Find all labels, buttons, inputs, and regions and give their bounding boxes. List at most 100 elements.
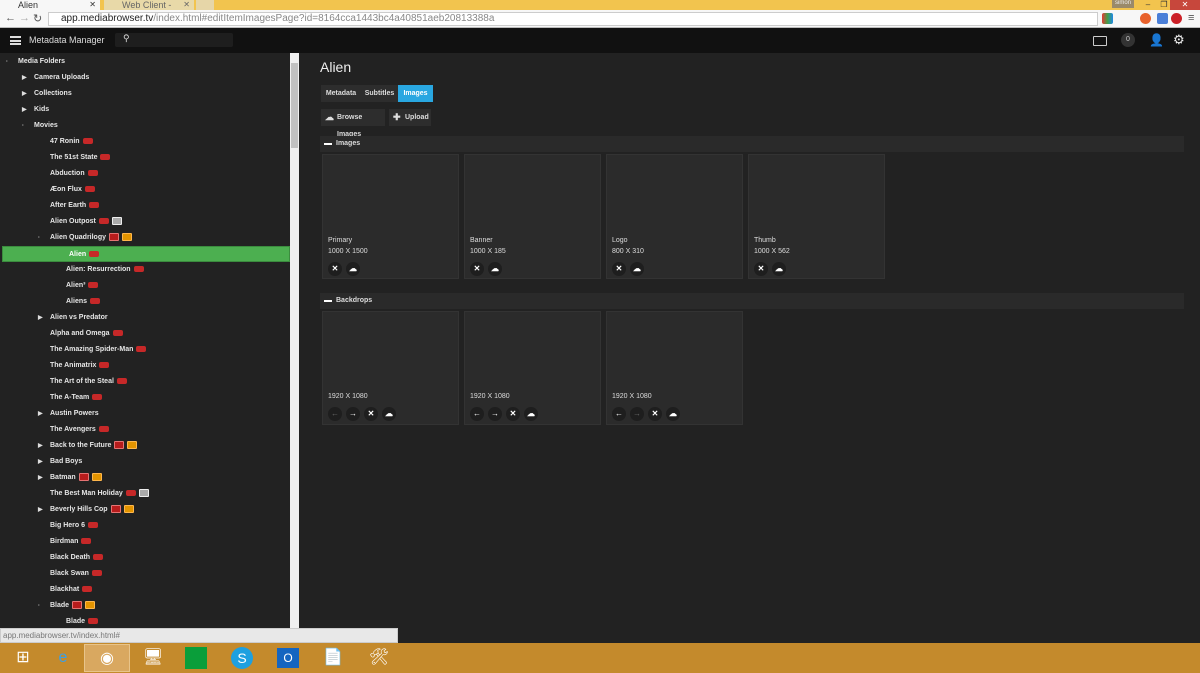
close-tab-icon[interactable]: ✕ [89,0,96,10]
tree-item[interactable]: · Blade [0,598,290,614]
move-right-icon[interactable]: → [630,407,644,421]
tree-item[interactable]: The Amazing Spider-Man [0,342,290,358]
tree-item[interactable]: · Media Folders [0,54,290,70]
cast-icon[interactable] [1093,36,1107,46]
chrome-icon[interactable]: ◉ [84,644,130,672]
tree-item[interactable]: ▶ Back to the Future [0,438,290,454]
tree-item[interactable]: ▶ Beverly Hills Cop [0,502,290,518]
hamburger-menu-icon[interactable] [10,36,21,45]
tree-item[interactable]: The Best Man Holiday [0,486,290,502]
tree-item[interactable]: The Avengers [0,422,290,438]
pinterest-icon[interactable] [1171,13,1182,24]
tree-item[interactable]: ▶ Kids [0,102,290,118]
tree-item[interactable]: The 51st State [0,150,290,166]
delete-button[interactable]: ✕ [364,407,378,421]
cloud-icon[interactable]: ☁ [488,262,502,276]
tree-item[interactable]: 47 Ronin [0,134,290,150]
tree-item[interactable]: Æon Flux [0,182,290,198]
browse-images-button[interactable]: ☁ Browse Images [321,109,385,138]
tree-item[interactable]: Alien: Resurrection [0,262,290,278]
expand-arrow-icon[interactable]: ▶ [38,502,43,518]
forward-icon[interactable]: → [19,12,30,24]
scrollbar-thumb[interactable] [291,63,298,148]
tools-icon[interactable]: 🛠 [356,644,402,672]
ghostery-icon[interactable] [1157,13,1168,24]
minimize-icon[interactable]: – [1140,0,1156,10]
collapse-icon[interactable] [324,143,332,145]
cloud-icon[interactable]: ☁ [772,262,786,276]
delete-button[interactable]: ✕ [612,262,626,276]
expand-arrow-icon[interactable]: ▶ [22,102,27,118]
expand-arrow-icon[interactable]: ▶ [38,310,43,326]
outlook-icon[interactable]: O [265,644,311,672]
tree-item[interactable]: Big Hero 6 [0,518,290,534]
tree-item[interactable]: · Movies [0,118,290,134]
tree-item[interactable]: Black Swan [0,566,290,582]
gear-icon[interactable]: ⚙ [1173,32,1185,48]
tree-item[interactable]: Blackhat [0,582,290,598]
tree-item[interactable]: Blade [0,614,290,628]
delete-button[interactable]: ✕ [470,262,484,276]
tree-item[interactable]: ▶ Batman [0,470,290,486]
delete-button[interactable]: ✕ [328,262,342,276]
tree-item[interactable]: · Alien Quadrilogy [0,230,290,246]
close-tab-icon[interactable]: ✕ [183,0,190,10]
cloud-icon[interactable]: ☁ [346,262,360,276]
tab-subtitles[interactable]: Subtitles [361,85,398,102]
collapse-dot-icon[interactable]: · [22,118,24,134]
tree-item[interactable]: Alien Outpost [0,214,290,230]
window-close-icon[interactable]: ✕ [1170,0,1200,10]
cloud-icon[interactable]: ☁ [630,262,644,276]
cloud-icon[interactable]: ☁ [382,407,396,421]
new-tab-button[interactable] [196,0,214,10]
delete-button[interactable]: ✕ [506,407,520,421]
reload-icon[interactable]: ↻ [33,12,42,25]
tree-item[interactable]: Alien [2,246,290,262]
tree-item[interactable]: Black Death [0,550,290,566]
images-section-header[interactable]: Images [320,136,1184,152]
expand-arrow-icon[interactable]: ▶ [38,406,43,422]
tree-item[interactable]: The Art of the Steal [0,374,290,390]
tab-metadata[interactable]: Metadata [321,85,361,102]
browser-tab-web-client[interactable]: Web Client - Emby S✕ [104,0,194,20]
internet-explorer-icon[interactable]: e [40,644,86,672]
remote-desktop-icon[interactable]: 🖥 [130,644,176,672]
collapse-dot-icon[interactable]: · [38,230,40,246]
move-left-icon[interactable]: ← [470,407,484,421]
tree-item[interactable]: ▶ Bad Boys [0,454,290,470]
expand-arrow-icon[interactable]: ▶ [38,470,43,486]
collapse-dot-icon[interactable]: · [38,598,40,614]
back-icon[interactable]: ← [5,12,16,24]
tree-item[interactable]: Birdman [0,534,290,550]
delete-button[interactable]: ✕ [754,262,768,276]
tree-item[interactable]: ▶ Collections [0,86,290,102]
delete-button[interactable]: ✕ [648,407,662,421]
upload-button[interactable]: ✚ Upload [389,109,431,126]
notepad-icon[interactable]: 📄 [310,644,356,672]
tree-item[interactable]: After Earth [0,198,290,214]
move-left-icon[interactable]: ← [612,407,626,421]
store-icon[interactable] [173,644,219,672]
tree-item[interactable]: The Animatrix [0,358,290,374]
collapse-dot-icon[interactable]: · [6,54,8,70]
duckduckgo-icon[interactable] [1140,13,1151,24]
move-right-icon[interactable]: → [346,407,360,421]
cloud-icon[interactable]: ☁ [666,407,680,421]
browser-menu-icon[interactable]: ≡ [1188,12,1194,24]
tab-images[interactable]: Images [398,85,433,102]
cloud-icon[interactable]: ☁ [524,407,538,421]
tree-item[interactable]: Alien³ [0,278,290,294]
expand-arrow-icon[interactable]: ▶ [22,70,27,86]
tree-item[interactable]: Abduction [0,166,290,182]
url-input[interactable]: app.mediabrowser.tv/index.html#editItemI… [48,12,1098,26]
tree-item[interactable]: Alpha and Omega [0,326,290,342]
tree-item[interactable]: ▶ Alien vs Predator [0,310,290,326]
move-left-icon[interactable]: ← [328,407,342,421]
tree-item[interactable]: ▶ Camera Uploads [0,70,290,86]
expand-arrow-icon[interactable]: ▶ [22,86,27,102]
backdrops-section-header[interactable]: Backdrops [320,293,1184,309]
browser-user-badge[interactable]: simon [1112,0,1134,8]
tree-item[interactable]: Aliens [0,294,290,310]
expand-arrow-icon[interactable]: ▶ [38,438,43,454]
collapse-icon[interactable] [324,300,332,302]
